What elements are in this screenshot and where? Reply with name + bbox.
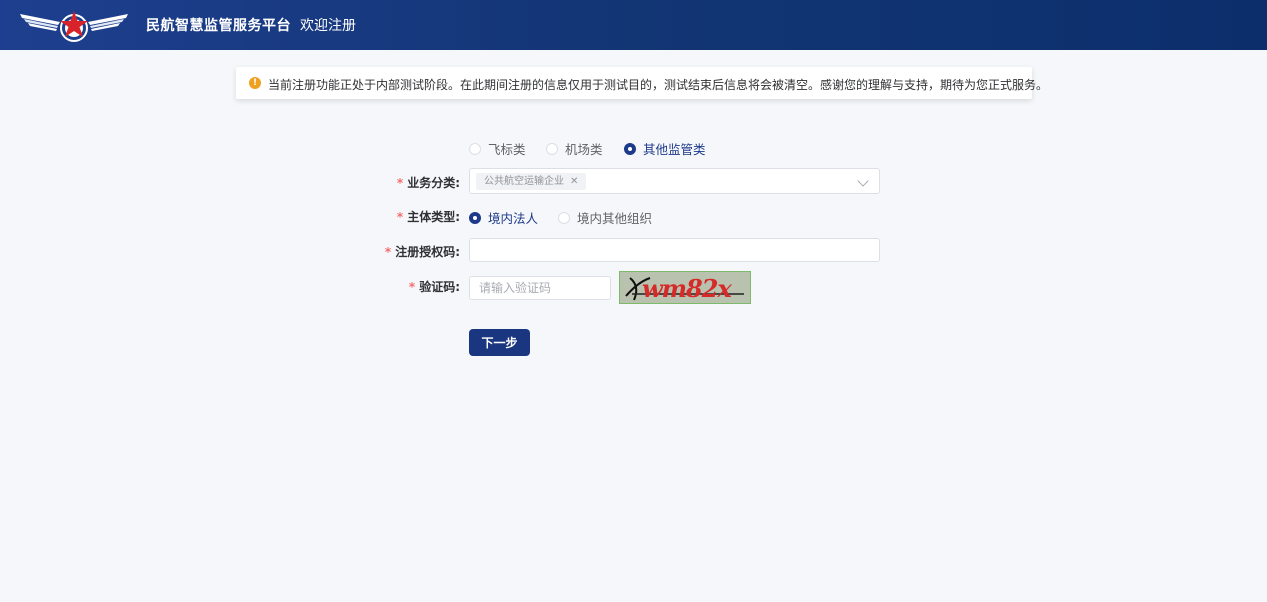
warning-icon: ! [249,77,261,89]
auth-code-label: * 注册授权码: [384,245,460,259]
radio-circle-icon [469,142,481,155]
entity-radio-domestic-legal[interactable]: 境内法人 [469,208,538,227]
entity-radio-domestic-other[interactable]: 境内其他组织 [558,208,652,227]
test-notice-banner: ! 当前注册功能正处于内部测试阶段。在此期间注册的信息仅用于测试目的，测试结束后… [236,67,1048,99]
tag-label: 公共航空运输企业 [484,176,564,187]
required-asterisk: * [408,280,416,294]
radio-label: 境内其他组织 [577,211,653,226]
required-asterisk: * [396,176,404,190]
auth-code-input[interactable] [469,238,880,262]
radio-circle-icon [546,142,558,155]
platform-title: 民航智慧监管服务平台 [146,18,291,34]
tag-close-icon[interactable]: ✕ [570,176,578,187]
radio-checked-icon [624,142,636,155]
selected-tag: 公共航空运输企业 ✕ [476,173,587,190]
radio-circle-icon [558,211,570,224]
captcha-text: wm82x [642,274,732,303]
radio-label: 境内法人 [488,211,539,226]
required-asterisk: * [384,245,392,259]
radio-label: 其他监管类 [643,142,706,157]
radio-checked-icon [469,211,481,224]
entity-type-label: * 主体类型: [396,210,460,224]
captcha-image[interactable]: wm82x [619,271,751,304]
top-header: 民航智慧监管服务平台 欢迎注册 [0,0,1267,50]
category-radio-other[interactable]: 其他监管类 [624,139,706,158]
captcha-label: * 验证码: [408,280,460,294]
caac-logo-icon [20,11,128,42]
category-radio-flight[interactable]: 飞标类 [469,139,526,158]
captcha-input[interactable] [469,276,611,300]
business-category-label: * 业务分类: [396,176,460,190]
notice-text: 当前注册功能正处于内部测试阶段。在此期间注册的信息仅用于测试目的，测试结束后信息… [268,78,1049,92]
next-step-button[interactable]: 下一步 [469,329,530,356]
required-asterisk: * [396,210,404,224]
radio-label: 飞标类 [488,142,526,157]
page-subtitle: 欢迎注册 [300,18,356,34]
category-radio-airport[interactable]: 机场类 [546,139,603,158]
chevron-down-icon [857,175,869,187]
business-category-select[interactable]: 公共航空运输企业 ✕ [469,168,880,194]
radio-label: 机场类 [565,142,603,157]
